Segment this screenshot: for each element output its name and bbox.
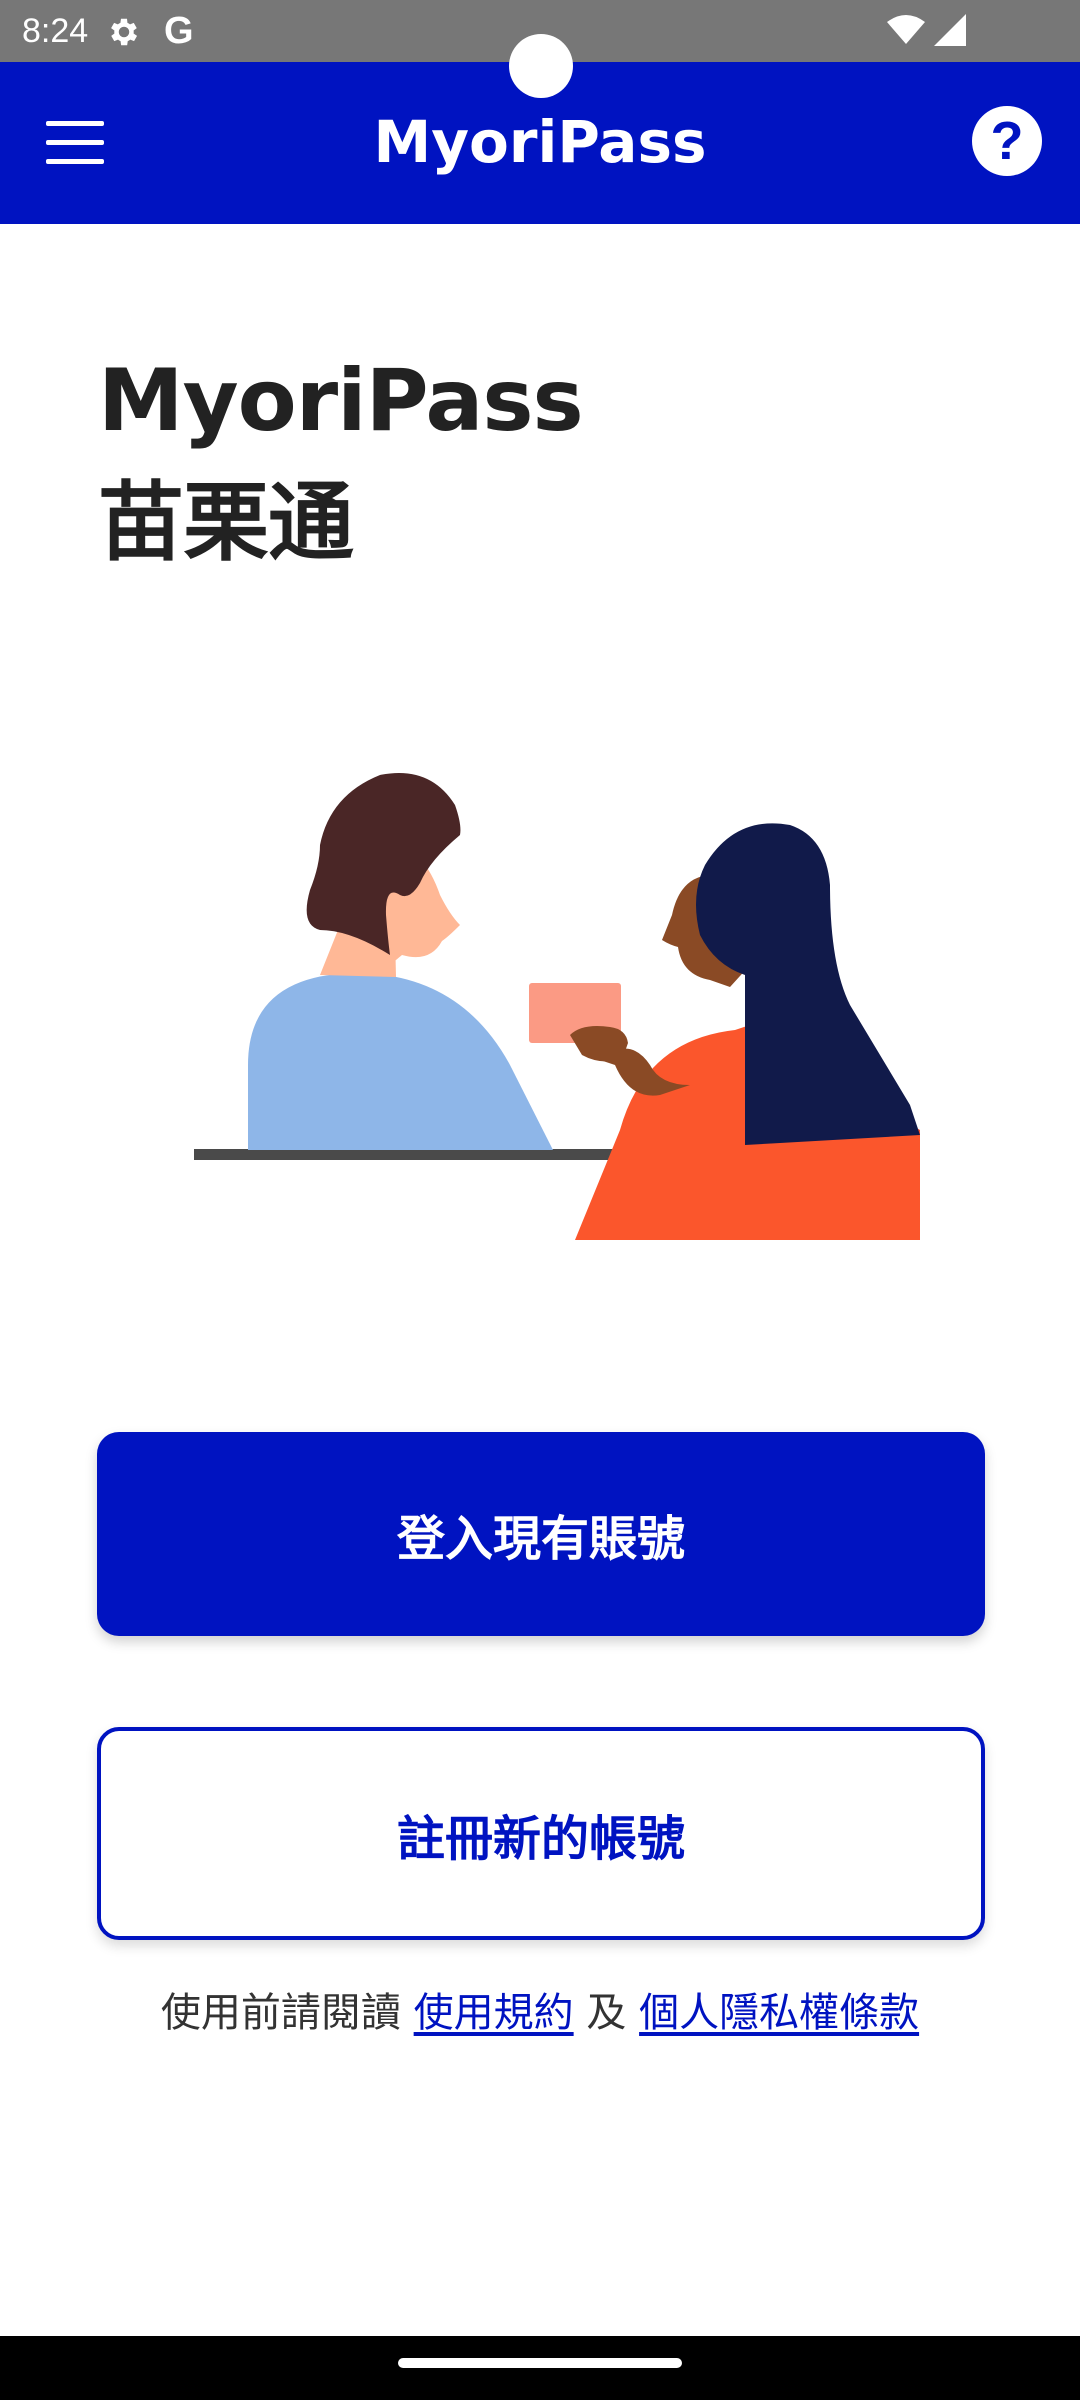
google-icon: G xyxy=(164,10,194,52)
hero-illustration xyxy=(194,773,920,1240)
register-button[interactable]: 註冊新的帳號 xyxy=(97,1727,985,1940)
terms-notice: 使用前請閱讀 使用規約 及 個人隱私權條款 xyxy=(0,1985,1080,2041)
hero-title-line2: 苗栗通 xyxy=(98,473,354,573)
camera-cutout xyxy=(509,34,573,98)
counter-desk xyxy=(194,1149,644,1160)
wifi-icon xyxy=(887,15,925,44)
gear-icon xyxy=(111,18,138,46)
hero-title-line1: MyoriPass xyxy=(98,351,584,451)
terms-connector: 及 xyxy=(573,1990,640,2036)
hero-title: MyoriPass 苗栗通 xyxy=(98,340,584,584)
system-nav-bar xyxy=(0,2336,1080,2400)
status-time: 8:24 xyxy=(22,12,89,50)
home-gesture-handle[interactable] xyxy=(398,2358,682,2368)
person-left-body xyxy=(248,973,553,1150)
privacy-policy-link[interactable]: 個人隱私權條款 xyxy=(639,1990,919,2036)
help-button[interactable]: ? xyxy=(972,106,1042,176)
login-button[interactable]: 登入現有賬號 xyxy=(97,1432,985,1636)
person-right-hand xyxy=(570,1026,628,1062)
terms-of-use-link[interactable]: 使用規約 xyxy=(414,1990,574,2036)
terms-prefix: 使用前請閱讀 xyxy=(160,1990,414,2036)
app-title: MyoriPass xyxy=(373,108,707,176)
signal-icon xyxy=(934,14,966,46)
